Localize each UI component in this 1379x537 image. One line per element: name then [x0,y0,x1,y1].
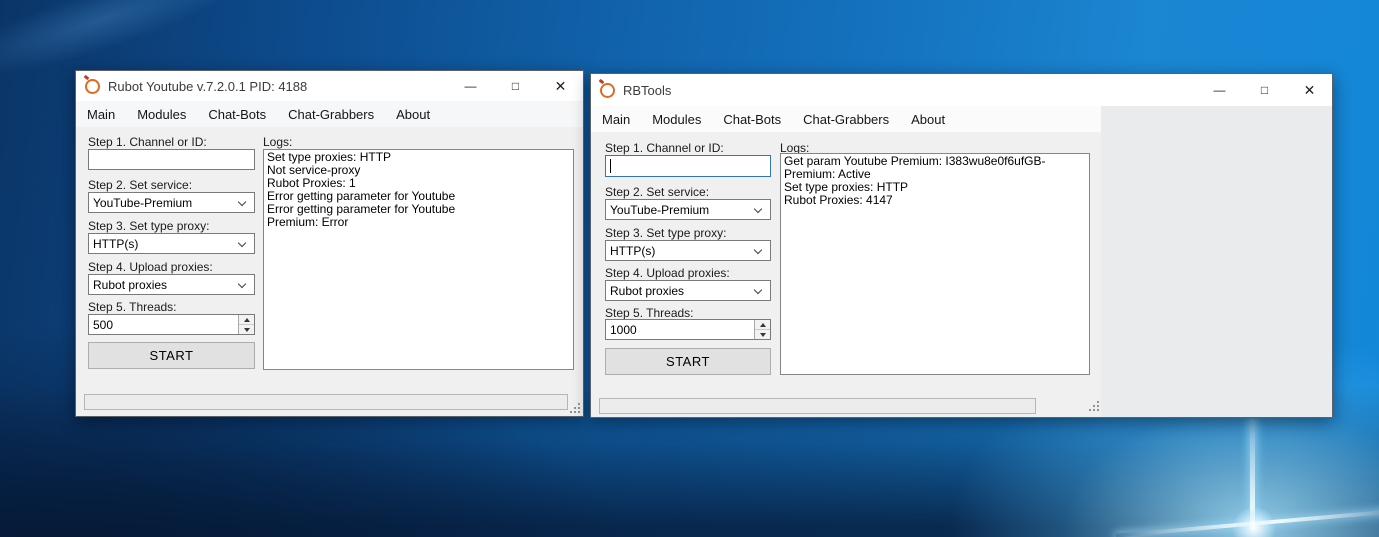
menu-item-modules[interactable]: Modules [126,107,197,122]
service-label: Step 2. Set service: [88,178,192,192]
proxy-type-label: Step 3. Set type proxy: [88,219,209,233]
close-icon: ✕ [555,78,567,95]
upload-proxies-selected-value: Rubot proxies [610,284,684,298]
window-title: RBTools [623,83,671,98]
start-button[interactable]: START [605,348,771,375]
chevron-down-icon [238,280,246,288]
minimize-icon: — [465,79,477,93]
minimize-icon: — [1214,83,1226,97]
chevron-down-icon [754,205,762,213]
channel-label: Step 1. Channel or ID: [605,141,724,155]
channel-label: Step 1. Channel or ID: [88,135,207,149]
spin-down-icon [244,328,250,332]
menu-item-main[interactable]: Main [591,112,641,127]
wallpaper-beam-glow [1233,507,1275,537]
minimize-button[interactable]: — [1197,74,1242,106]
spin-up-icon [244,318,250,322]
service-select[interactable]: YouTube-Premium [605,199,771,220]
form-area: Step 1. Channel or ID: Step 2. Set servi… [76,127,583,416]
threads-increment-button[interactable] [755,320,770,330]
app-logo-icon [600,83,615,98]
text-caret [610,159,611,173]
rubot-youtube-window: Rubot Youtube v.7.2.0.1 PID: 4188 — □ ✕ … [75,70,584,417]
close-icon: ✕ [1304,82,1316,99]
menu-item-main[interactable]: Main [76,107,126,122]
logs-textarea[interactable]: Get param Youtube Premium: I383wu8e0f6uf… [780,153,1090,375]
maximize-icon: □ [1261,83,1268,97]
titlebar[interactable]: Rubot Youtube v.7.2.0.1 PID: 4188 — □ ✕ [76,71,583,101]
spinner [238,315,254,334]
spinner [754,320,770,339]
window-empty-area [1101,106,1332,417]
channel-input[interactable] [88,149,255,170]
close-button[interactable]: ✕ [1287,74,1332,106]
threads-label: Step 5. Threads: [88,300,177,314]
menu-item-chat-bots[interactable]: Chat-Bots [712,112,792,127]
service-selected-value: YouTube-Premium [93,196,192,210]
threads-value: 1000 [610,323,637,337]
logs-textarea[interactable]: Set type proxies: HTTP Not service-proxy… [263,149,574,370]
spin-up-icon [760,323,766,327]
app-logo-icon [85,79,100,94]
log-line: Premium: Error [267,216,570,229]
titlebar[interactable]: RBTools — □ ✕ [591,74,1332,106]
proxy-type-selected-value: HTTP(s) [93,237,138,251]
window-title: Rubot Youtube v.7.2.0.1 PID: 4188 [108,79,307,94]
upload-proxies-selected-value: Rubot proxies [93,278,167,292]
threads-label: Step 5. Threads: [605,306,694,320]
threads-stepper[interactable]: 1000 [605,319,771,340]
maximize-button[interactable]: □ [1242,74,1287,106]
proxy-type-select[interactable]: HTTP(s) [605,240,771,261]
menu-item-about[interactable]: About [900,112,956,127]
service-selected-value: YouTube-Premium [610,203,709,217]
maximize-icon: □ [512,79,519,93]
threads-value: 500 [93,318,113,332]
channel-input[interactable] [605,155,771,177]
resize-grip[interactable] [569,402,580,413]
maximize-button[interactable]: □ [493,71,538,101]
menu-item-chat-grabbers[interactable]: Chat-Grabbers [277,107,385,122]
logs-label: Logs: [263,135,292,149]
service-label: Step 2. Set service: [605,185,709,199]
menu-item-modules[interactable]: Modules [641,112,712,127]
resize-grip[interactable] [1088,400,1099,411]
upload-proxies-select[interactable]: Rubot proxies [88,274,255,295]
threads-decrement-button[interactable] [239,325,254,334]
chevron-down-icon [238,198,246,206]
start-button[interactable]: START [88,342,255,369]
threads-decrement-button[interactable] [755,330,770,339]
upload-proxies-select[interactable]: Rubot proxies [605,280,771,301]
upload-proxies-label: Step 4. Upload proxies: [88,260,213,274]
proxy-type-label: Step 3. Set type proxy: [605,226,726,240]
spin-down-icon [760,333,766,337]
menu-item-chat-grabbers[interactable]: Chat-Grabbers [792,112,900,127]
progress-bar [599,398,1036,414]
close-button[interactable]: ✕ [538,71,583,101]
minimize-button[interactable]: — [448,71,493,101]
menu-bar: Main Modules Chat-Bots Chat-Grabbers Abo… [76,101,583,127]
upload-proxies-label: Step 4. Upload proxies: [605,266,730,280]
chevron-down-icon [754,246,762,254]
progress-bar [84,394,568,410]
menu-item-chat-bots[interactable]: Chat-Bots [197,107,277,122]
menu-bar: Main Modules Chat-Bots Chat-Grabbers Abo… [591,106,1101,132]
menu-item-about[interactable]: About [385,107,441,122]
threads-increment-button[interactable] [239,315,254,325]
chevron-down-icon [754,286,762,294]
log-line: Rubot Proxies: 4147 [784,194,1086,207]
form-area: Step 1. Channel or ID: Step 2. Set servi… [591,132,1101,417]
service-select[interactable]: YouTube-Premium [88,192,255,213]
threads-stepper[interactable]: 500 [88,314,255,335]
chevron-down-icon [238,239,246,247]
proxy-type-select[interactable]: HTTP(s) [88,233,255,254]
desktop-wallpaper: Rubot Youtube v.7.2.0.1 PID: 4188 — □ ✕ … [0,0,1379,537]
proxy-type-selected-value: HTTP(s) [610,244,655,258]
rbtools-window: RBTools — □ ✕ Main Modules Chat-Bots Cha… [590,73,1333,418]
